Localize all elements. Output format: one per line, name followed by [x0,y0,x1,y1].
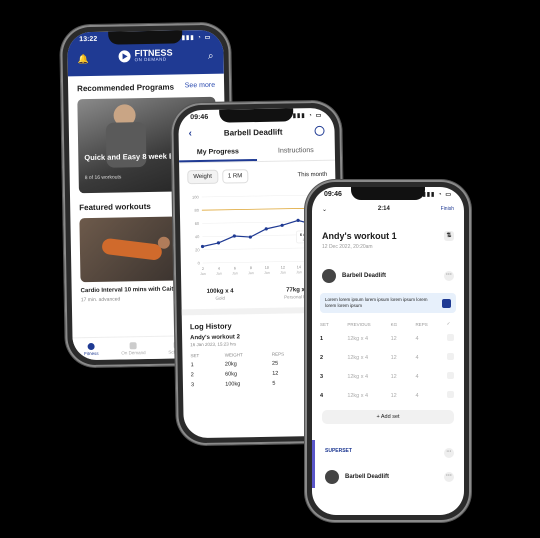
exercise-avatar [322,269,336,283]
play-icon [118,49,131,62]
tab-on-demand[interactable]: On Demand [121,341,146,355]
exercise-name: Barbell Deadlift [345,474,390,480]
set-row[interactable]: 1 12kg x 4 12 4 [312,329,464,348]
recommended-title: Recommended Programs [77,82,175,94]
sets-table: SET PREVIOUS KG REPS ✓ 1 12kg x 4 12 4 2 12kg x … [312,319,464,405]
set-row[interactable]: 2 12kg x 4 12 4 [312,348,464,367]
phone-active-workout: 09:46 ▮▮▮ ◔ ▭ ⌄ 2:14 Finish Andy's workou… [305,180,471,522]
x-tick-label: Jan [232,271,238,275]
page-title: Barbell Deadlift [223,127,283,138]
x-tick-label: 4 [218,267,220,271]
gear-icon[interactable] [314,125,325,137]
workout-timer: 2:14 [377,206,390,212]
status-time: 09:46 [190,113,209,121]
fitness-icon [87,342,95,350]
more-icon[interactable]: ··· [444,448,454,458]
notch [219,108,294,123]
exercise-avatar [325,470,339,484]
exercise-header[interactable]: Barbell Deadlift ··· [312,253,464,287]
note-text: Lorem lorem ipsum lorem ipsum lorem ipsu… [325,297,428,308]
y-tick-label: 20 [195,247,200,252]
workout-image [101,237,163,261]
tab-my-progress[interactable]: My Progress [178,143,258,163]
x-tick-label: 14 [297,265,301,269]
swap-icon[interactable]: ⇅ [444,231,454,241]
set-check[interactable] [446,372,454,379]
pr-gold: 100kg x 4 Gold [206,288,234,301]
brand-logo: FITNESS ON DEMAND [118,48,173,63]
x-tick-label: 8 [250,266,252,270]
period-select[interactable]: This month [298,172,328,179]
superset-header: SUPERSET ··· [312,440,464,466]
workout-title: Andy's workout 1 [322,231,397,241]
add-set-button[interactable]: + Add set [322,410,454,424]
x-tick-label: Jan [264,271,270,275]
y-tick-label: 80 [194,208,199,213]
x-tick-label: Jan [280,271,286,275]
data-point [280,223,284,227]
x-tick-label: 6 [234,266,236,270]
y-tick-label: 40 [195,234,200,239]
back-icon[interactable]: ‹ [188,128,192,139]
notch [108,30,183,45]
y-tick-label: 100 [192,195,200,200]
set-check[interactable] [446,391,454,398]
exercise-note: Lorem lorem ipsum lorem ipsum lorem ipsu… [320,293,456,313]
featured-title: Featured workouts [79,201,151,213]
pin-icon[interactable] [442,298,451,308]
workout-screen: 09:46 ▮▮▮ ◔ ▭ ⌄ 2:14 Finish Andy's workou… [312,187,464,515]
program-card-sub: 8 of 16 workouts [84,174,122,182]
pill-1rm[interactable]: 1 RM [221,169,249,184]
set-check[interactable] [446,334,454,341]
tab-fitness[interactable]: Fitness [84,342,99,356]
finish-button[interactable]: Finish [441,206,454,212]
signal-icon: ▮▮▮ ◔ ▭ [181,34,212,41]
set-row[interactable]: 3 12kg x 4 12 4 [312,367,464,386]
status-time: 13:22 [79,35,98,43]
tab-instructions[interactable]: Instructions [257,142,335,161]
notch [351,187,425,200]
chevron-down-icon[interactable]: ⌄ [322,206,327,213]
set-check[interactable] [446,353,454,360]
bell-icon[interactable]: 🔔 [78,54,89,65]
x-tick-label: 10 [265,266,269,270]
y-tick-label: 60 [195,221,200,226]
set-row[interactable]: 4 12kg x 4 12 4 [312,386,464,405]
search-icon[interactable]: ⌕ [208,51,214,62]
superset-label: SUPERSET [325,448,352,454]
superset-exercise[interactable]: Barbell Deadlift ··· [312,466,464,488]
more-icon[interactable]: ··· [444,271,454,281]
more-icon[interactable]: ··· [444,472,454,482]
pill-weight[interactable]: Weight [187,169,219,185]
exercise-name: Barbell Deadlift [342,273,387,279]
x-tick-label: Jan [248,271,254,275]
data-point [200,244,205,249]
y-tick-label: 0 [198,261,201,266]
x-tick-label: 2 [202,267,204,271]
x-tick-label: Jan [296,270,302,274]
x-tick-label: Jan [216,272,222,276]
x-tick-label: 12 [281,266,285,270]
on-demand-icon [129,341,137,349]
signal-icon: ▮▮▮ ◔ ▭ [292,112,323,119]
status-time: 09:46 [324,190,342,198]
workout-date: 12 Dec 2022, 20:20am [322,244,373,250]
signal-icon: ▮▮▮ ◔ ▭ [422,191,452,198]
x-tick-label: Jan [200,272,206,276]
see-more-link[interactable]: See more [185,82,216,92]
